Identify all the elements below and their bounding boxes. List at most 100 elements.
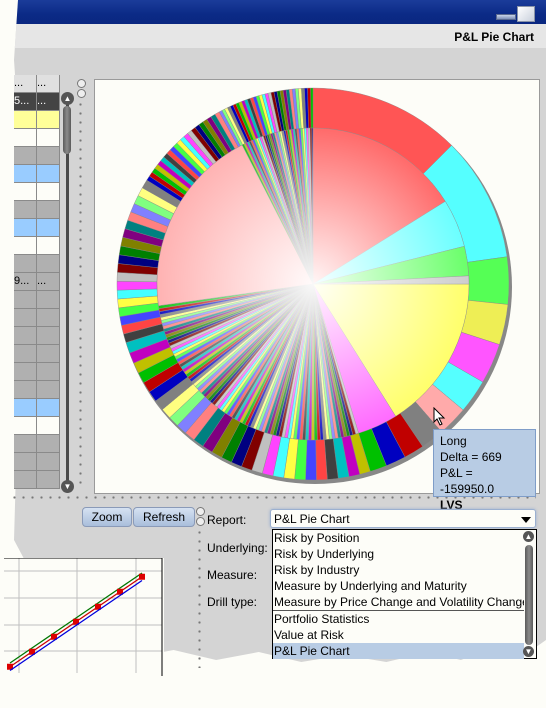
minimize-icon[interactable]	[496, 14, 516, 20]
refresh-button[interactable]: Refresh	[133, 507, 195, 527]
table-row[interactable]	[14, 471, 60, 489]
dropdown-option[interactable]: Risk by Underlying	[273, 546, 524, 562]
table-cell[interactable]: 9...	[14, 273, 37, 290]
table-row[interactable]	[14, 309, 60, 327]
report-select[interactable]: P&L Pie Chart	[270, 509, 536, 528]
maximize-icon[interactable]	[517, 6, 535, 22]
table-row[interactable]	[14, 111, 60, 129]
table-cell[interactable]	[37, 345, 60, 362]
table-scrollbar[interactable]: ▲ ▼	[61, 92, 74, 494]
table-row[interactable]	[14, 345, 60, 363]
table-cell[interactable]	[14, 381, 37, 398]
outer-slice-small[interactable]	[305, 439, 317, 481]
table-cell[interactable]	[37, 219, 60, 236]
table-cell[interactable]	[14, 471, 37, 488]
table-cell[interactable]	[37, 291, 60, 308]
table-cell[interactable]	[37, 237, 60, 254]
table-cell[interactable]	[14, 363, 37, 380]
table-cell[interactable]	[14, 291, 37, 308]
table-row[interactable]	[14, 165, 60, 183]
table-cell[interactable]	[37, 381, 60, 398]
dropdown-option[interactable]: P&L Pie Chart	[273, 643, 524, 659]
table-cell[interactable]: 5...	[14, 93, 37, 110]
dropdown-scroll-up-icon[interactable]: ▲	[523, 531, 534, 542]
table-cell[interactable]: ...	[14, 75, 37, 92]
table-cell[interactable]: ...	[37, 273, 60, 290]
table-cell[interactable]	[37, 165, 60, 182]
table-row[interactable]	[14, 183, 60, 201]
report-dropdown-list[interactable]: Risk by Position Risk by Underlying Risk b…	[272, 529, 537, 659]
table-cell[interactable]	[14, 165, 37, 182]
table-cell[interactable]	[14, 201, 37, 218]
table-cell[interactable]	[37, 471, 60, 488]
table-cell[interactable]	[14, 219, 37, 236]
expand-bottom-right-icon[interactable]	[196, 517, 205, 526]
dropdown-option[interactable]: Risk by Position	[273, 530, 524, 546]
table-row[interactable]	[14, 327, 60, 345]
table-cell[interactable]	[37, 111, 60, 128]
table-cell[interactable]	[14, 237, 37, 254]
table-cell[interactable]	[37, 435, 60, 452]
dropdown-scroll-down-icon[interactable]: ▼	[523, 646, 534, 657]
table-row[interactable]	[14, 417, 60, 435]
table-cell[interactable]	[37, 309, 60, 326]
table-row[interactable]: 9......	[14, 273, 60, 291]
zoom-button[interactable]: Zoom	[82, 507, 132, 527]
vertical-splitter[interactable]	[79, 100, 82, 485]
table-row[interactable]: 5......	[14, 93, 60, 111]
table-cell[interactable]	[37, 183, 60, 200]
table-cell[interactable]	[14, 255, 37, 272]
scrollbar-track[interactable]	[66, 100, 69, 490]
table-cell[interactable]	[37, 453, 60, 470]
table-cell[interactable]	[14, 183, 37, 200]
table-cell[interactable]	[14, 327, 37, 344]
table-cell[interactable]	[14, 129, 37, 146]
table-cell[interactable]	[14, 111, 37, 128]
bottom-splitter[interactable]	[198, 528, 201, 668]
table-cell[interactable]: ...	[37, 93, 60, 110]
table-cell[interactable]	[37, 399, 60, 416]
table-cell[interactable]	[14, 309, 37, 326]
table-cell[interactable]	[14, 453, 37, 470]
table-row[interactable]	[14, 201, 60, 219]
scrollbar-thumb[interactable]	[63, 106, 71, 154]
table-cell[interactable]	[14, 399, 37, 416]
dropdown-option[interactable]: Portfolio Statistics	[273, 611, 524, 627]
dropdown-scrollbar[interactable]: ▲ ▼	[523, 531, 535, 657]
outer-slice-green[interactable]	[467, 256, 510, 305]
table-cell[interactable]	[37, 129, 60, 146]
table-cell[interactable]	[14, 417, 37, 434]
dropdown-option[interactable]: Measure by Underlying and Maturity	[273, 578, 524, 594]
table-row[interactable]	[14, 219, 60, 237]
outer-slice-small[interactable]	[310, 87, 314, 129]
table-row[interactable]	[14, 129, 60, 147]
table-row[interactable]	[14, 255, 60, 273]
scroll-down-icon[interactable]: ▼	[61, 480, 74, 493]
table-cell[interactable]	[37, 327, 60, 344]
table-row[interactable]	[14, 399, 60, 417]
chevron-down-icon[interactable]	[521, 517, 531, 523]
outer-slice-small[interactable]	[116, 281, 158, 291]
table-cell[interactable]: ...	[37, 75, 60, 92]
table-cell[interactable]	[37, 417, 60, 434]
expand-right-icon[interactable]	[77, 89, 86, 98]
dropdown-scrollbar-thumb[interactable]	[525, 545, 533, 645]
dropdown-option[interactable]: Measure by Price Change and Volatility C…	[273, 594, 524, 611]
table-cell[interactable]	[37, 363, 60, 380]
table-row[interactable]	[14, 147, 60, 165]
table-row[interactable]	[14, 291, 60, 309]
table-row[interactable]	[14, 381, 60, 399]
table-row[interactable]	[14, 363, 60, 381]
scroll-up-icon[interactable]: ▲	[61, 92, 74, 105]
dropdown-option[interactable]: Value at Risk	[273, 627, 524, 643]
table-row[interactable]: ......	[14, 75, 60, 93]
table-cell[interactable]	[37, 147, 60, 164]
collapse-bottom-left-icon[interactable]	[196, 507, 205, 516]
table-cell[interactable]	[14, 345, 37, 362]
collapse-left-icon[interactable]	[77, 79, 86, 88]
table-cell[interactable]	[14, 147, 37, 164]
dropdown-option[interactable]: Risk by Industry	[273, 562, 524, 578]
table-cell[interactable]	[14, 435, 37, 452]
table-cell[interactable]	[37, 255, 60, 272]
table-row[interactable]	[14, 237, 60, 255]
